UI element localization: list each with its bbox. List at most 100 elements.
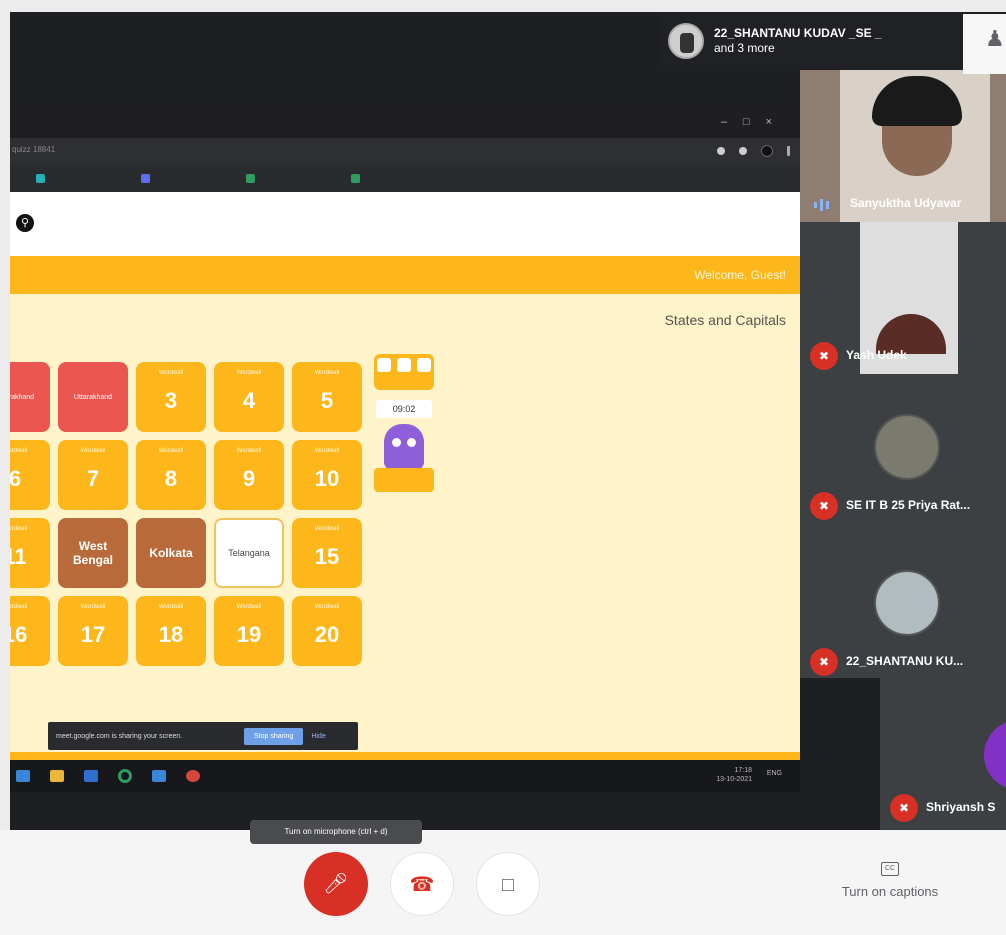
quiz-tile[interactable]: Wordwall 4 xyxy=(214,362,284,432)
mic-off-icon: ✖ xyxy=(810,342,838,370)
quiz-webpage: ⚲ Welcome, Guest! States and Capitals Ut… xyxy=(10,192,800,790)
quiz-tile[interactable]: West Bengal xyxy=(58,518,128,588)
stop-sharing-button[interactable]: Stop sharing xyxy=(244,727,304,745)
bookmarks-bar xyxy=(10,164,800,192)
tile-brand-label: Wordwall xyxy=(158,448,184,454)
mic-tooltip: Turn on microphone (ctrl + d) xyxy=(250,820,422,844)
tile-number: 17 xyxy=(80,622,106,647)
tile-brand-label: Wordwall xyxy=(80,448,106,454)
url-text: quizz 18841 xyxy=(12,145,56,154)
quiz-title: States and Capitals xyxy=(664,312,786,328)
quiz-tile[interactable]: Wordwall 3 xyxy=(136,362,206,432)
quiz-tile[interactable]: Wordwall 6 xyxy=(10,440,50,510)
people-icon[interactable]: ♟ xyxy=(963,14,1006,74)
hang-up-button[interactable]: ☎ xyxy=(390,852,454,916)
window-controls: –□× xyxy=(720,116,788,128)
tile-brand-label: Wordwall xyxy=(236,370,262,376)
tile-brand-label: Wordwall xyxy=(314,604,340,610)
tile-number: 8 xyxy=(164,466,178,491)
tile-brand-label: Wordwall xyxy=(10,448,28,454)
spotify-icon[interactable] xyxy=(118,769,132,783)
tile-number: 20 xyxy=(314,622,340,647)
tile-brand-label: Wordwall xyxy=(10,526,28,532)
quiz-tile[interactable]: Wordwall 17 xyxy=(58,596,128,666)
zoom-icon[interactable] xyxy=(152,770,166,782)
tray-language: ENG xyxy=(766,770,782,777)
quiz-tile[interactable]: Wordwall 7 xyxy=(58,440,128,510)
tile-number: 19 xyxy=(236,622,262,647)
participant-tile[interactable]: Sanyuktha Udyavar xyxy=(800,70,1006,222)
mic-off-icon: ✖ xyxy=(810,648,838,676)
captions-button[interactable]: CC Turn on captions xyxy=(820,862,960,899)
presenter-chip[interactable]: 22_SHANTANU KUDAV _SE _ and 3 more xyxy=(658,12,973,70)
tile-answer-label: Kolkata xyxy=(149,546,193,560)
browser-urlbar: quizz 18841 xyxy=(10,138,800,164)
screen-share-bar: meet.google.com is sharing your screen. … xyxy=(48,722,358,750)
tile-brand-label: Wordwall xyxy=(236,604,262,610)
quiz-tile[interactable]: Wordwall 20 xyxy=(292,596,362,666)
participant-tile[interactable]: ✖ SE IT B 25 Priya Rat... xyxy=(800,374,1006,526)
meeting-stage: –□× quizz 18841 ⚲ Welcome, Guest! States xyxy=(10,12,1006,830)
captions-icon: CC xyxy=(881,862,899,876)
file-explorer-icon[interactable] xyxy=(50,770,64,782)
tile-number: 6 xyxy=(10,466,22,491)
start-icon[interactable] xyxy=(16,770,30,782)
tile-brand-label: Wordwall xyxy=(314,448,340,454)
tile-number: 9 xyxy=(242,466,256,491)
camera-toggle-button[interactable]: □ xyxy=(476,852,540,916)
quiz-tile[interactable]: Wordwall 9 xyxy=(214,440,284,510)
tile-number: 7 xyxy=(86,466,100,491)
participant-tile[interactable]: ✖ Shriyansh S xyxy=(880,678,1006,830)
participant-tile[interactable]: ✖ Yash Udek xyxy=(800,222,1006,374)
captions-label: Turn on captions xyxy=(841,884,939,899)
tile-answer-label: West Bengal xyxy=(72,539,113,567)
quiz-tile[interactable]: Uttarakhand xyxy=(10,362,50,432)
chrome-icon[interactable] xyxy=(186,770,200,782)
participant-name: Shriyansh S xyxy=(926,800,996,814)
tile-number: 10 xyxy=(314,466,340,491)
quiz-tile[interactable]: Kolkata xyxy=(136,518,206,588)
quiz-tile[interactable]: Wordwall 5 xyxy=(292,362,362,432)
quiz-tile-grid: Uttarakhand Uttarakhand Wordwall 3 Wordwall 4… xyxy=(10,362,362,666)
avatar xyxy=(874,414,940,480)
tile-number: 15 xyxy=(314,544,340,569)
tile-answer-label: Uttarakhand xyxy=(73,393,113,401)
microphone-toggle-button[interactable]: 🎤︎ xyxy=(304,852,368,916)
tile-brand-label: Wordwall xyxy=(158,370,184,376)
tile-brand-label: Wordwall xyxy=(314,526,340,532)
quiz-side-widget: 09:02 xyxy=(374,354,434,504)
mascot-stand xyxy=(374,468,434,492)
hide-share-bar-button[interactable]: Hide xyxy=(311,733,325,740)
quiz-tile[interactable]: Wordwall 11 xyxy=(10,518,50,588)
tile-number: 4 xyxy=(242,388,256,413)
quiz-tile[interactable]: Wordwall 18 xyxy=(136,596,206,666)
search-icon[interactable]: ⚲ xyxy=(16,214,34,232)
quiz-option-buttons[interactable] xyxy=(374,354,434,390)
avatar xyxy=(984,720,1006,790)
mail-icon[interactable] xyxy=(84,770,98,782)
welcome-text: Welcome, Guest! xyxy=(694,268,786,282)
tile-brand-label: Wordwall xyxy=(10,604,28,610)
tile-brand-label: Wordwall xyxy=(158,604,184,610)
avatar xyxy=(874,570,940,636)
quiz-tile[interactable]: Uttarakhand xyxy=(58,362,128,432)
welcome-band: Welcome, Guest! xyxy=(10,256,800,294)
quiz-tile[interactable]: Wordwall 10 xyxy=(292,440,362,510)
participant-name: SE IT B 25 Priya Rat... xyxy=(846,498,971,512)
quiz-tile[interactable]: Telangana xyxy=(214,518,284,588)
taskbar-clock: 17:18 13-10-2021 xyxy=(716,767,752,783)
participant-name: Yash Udek xyxy=(846,348,907,362)
mascot-icon xyxy=(384,424,424,470)
tile-answer-label: Uttarakhand xyxy=(10,393,35,401)
browser-titlebar: –□× xyxy=(10,110,800,138)
quiz-tile[interactable]: Wordwall 16 xyxy=(10,596,50,666)
participant-name: Sanyuktha Udyavar xyxy=(850,196,962,210)
quiz-tile[interactable]: Wordwall 19 xyxy=(214,596,284,666)
quiz-tile[interactable]: Wordwall 15 xyxy=(292,518,362,588)
participant-tile[interactable]: ✖ 22_SHANTANU KU... xyxy=(800,526,1006,678)
extension-icons xyxy=(717,143,790,157)
tile-number: 11 xyxy=(10,544,27,569)
quiz-tile[interactable]: Wordwall 8 xyxy=(136,440,206,510)
quiz-timer: 09:02 xyxy=(376,400,432,418)
tile-brand-label: Wordwall xyxy=(314,370,340,376)
